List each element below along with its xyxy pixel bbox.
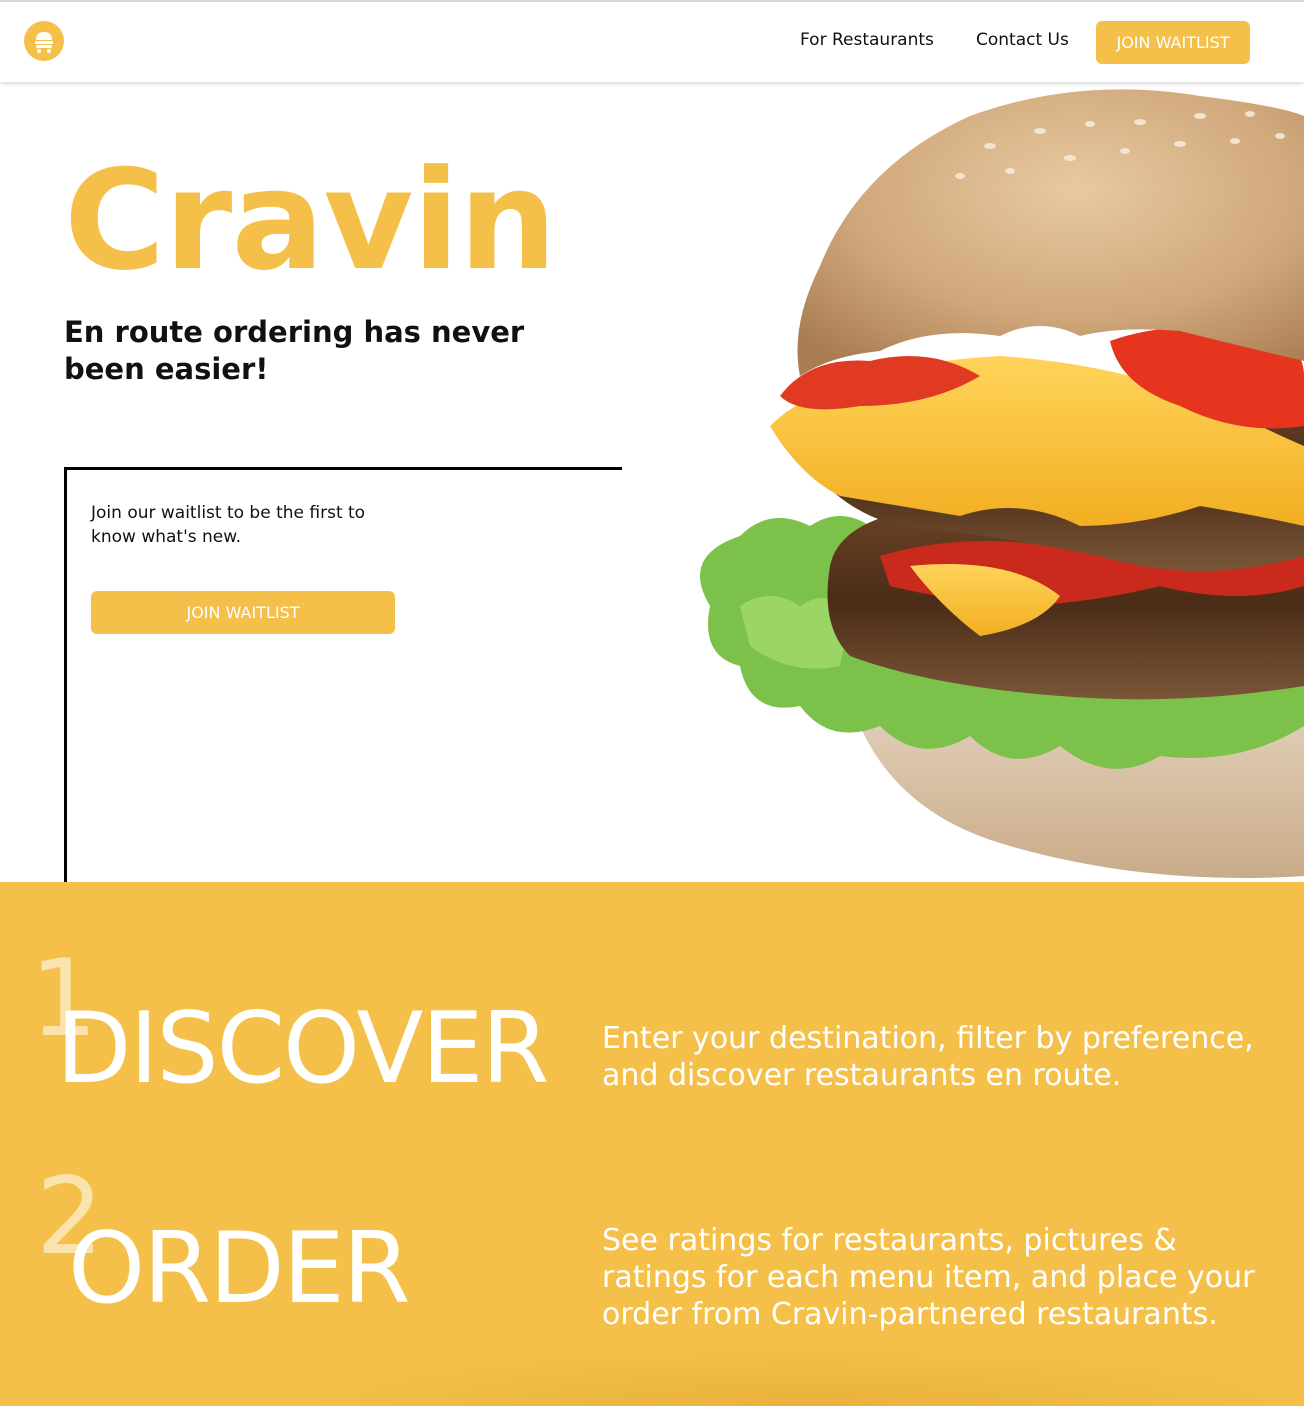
hero-title: Cravin bbox=[64, 140, 557, 301]
step-title-discover: DISCOVER bbox=[56, 992, 549, 1106]
nav-link-for-restaurants[interactable]: For Restaurants bbox=[800, 30, 934, 50]
food-cart-icon bbox=[35, 32, 53, 53]
step-title-order: ORDER bbox=[68, 1212, 411, 1326]
join-waitlist-button[interactable]: JOIN WAITLIST bbox=[91, 591, 395, 634]
step-description-order: See ratings for restaurants, pictures & … bbox=[602, 1223, 1255, 1332]
hero-tagline: En route ordering has never been easier! bbox=[64, 315, 525, 386]
nav-link-contact-us[interactable]: Contact Us bbox=[976, 30, 1069, 50]
step-description-discover: Enter your destination, filter by prefer… bbox=[602, 1021, 1254, 1093]
section-shadow bbox=[260, 1346, 1304, 1406]
burger-image bbox=[700, 89, 1304, 878]
waitlist-text: Join our waitlist to be the first to kno… bbox=[91, 503, 366, 547]
logo[interactable] bbox=[24, 21, 64, 61]
navbar: For Restaurants Contact Us JOIN WAITLIST bbox=[0, 2, 1304, 82]
join-waitlist-nav-button[interactable]: JOIN WAITLIST bbox=[1096, 21, 1250, 64]
